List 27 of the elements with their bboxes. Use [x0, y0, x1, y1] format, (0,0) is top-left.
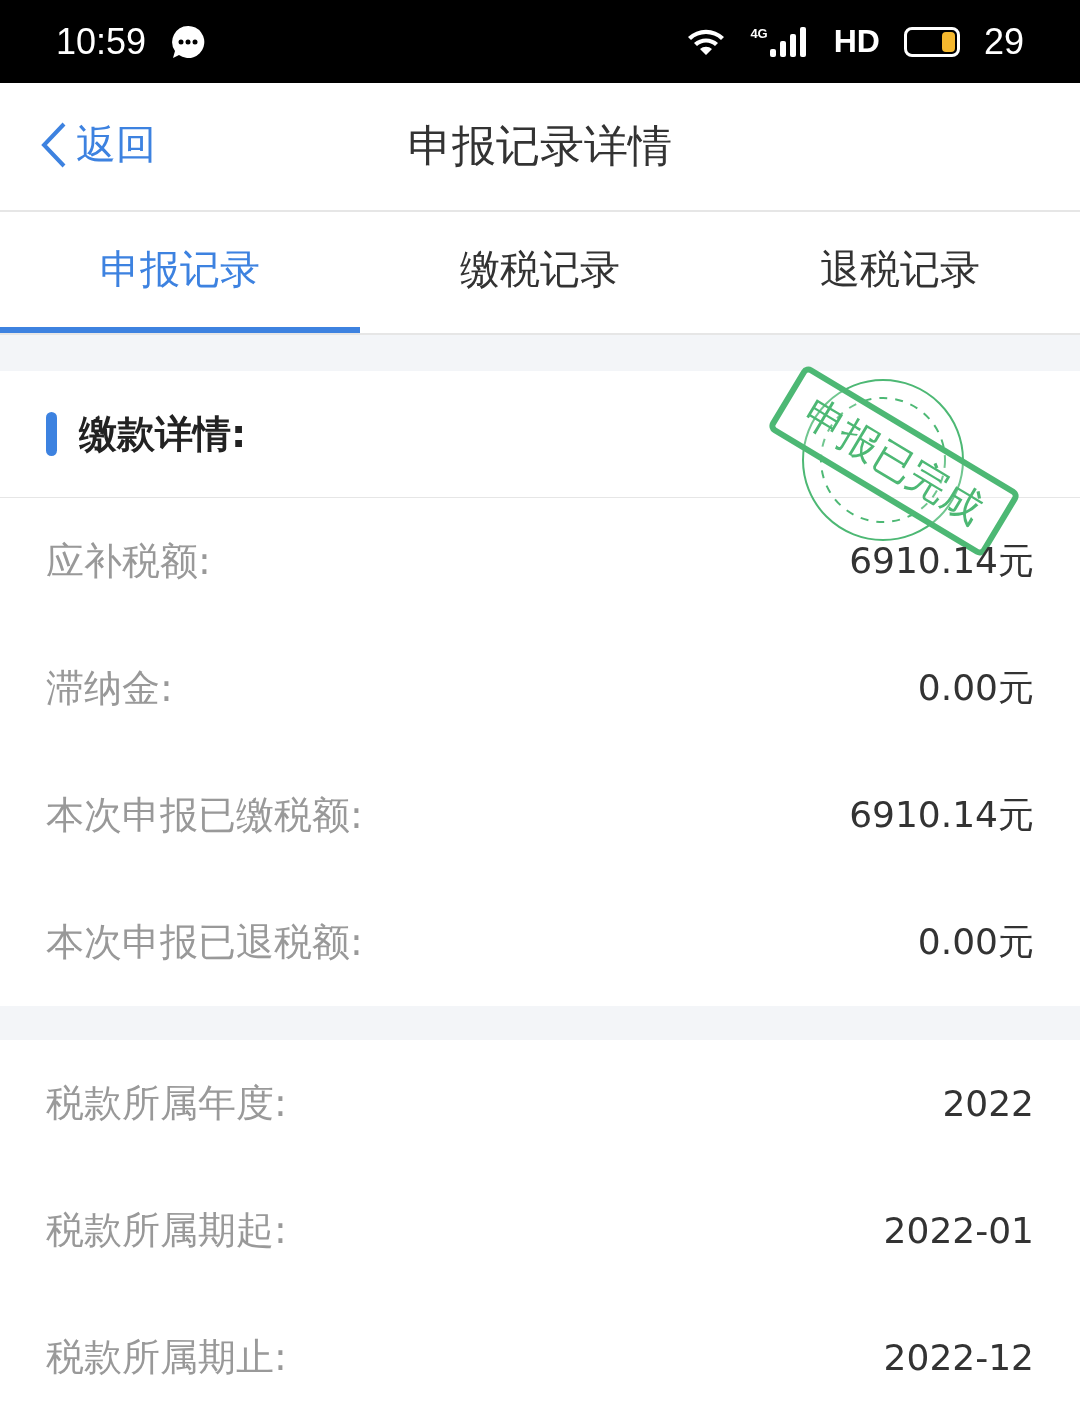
tab[interactable]: 申报记录: [0, 212, 360, 333]
field-label: 税款所属期起:: [46, 1207, 287, 1254]
field-value: 2022-01: [883, 1210, 1034, 1251]
field-label: 税款所属期止:: [46, 1334, 287, 1381]
field-value: 6910.14元: [849, 793, 1034, 837]
battery-percent: 29: [983, 20, 1024, 63]
field-label: 应补税额:: [46, 538, 211, 585]
hd-indicator: HD: [833, 23, 880, 61]
field-label: 税款所属年度:: [46, 1080, 287, 1127]
field-value: 2022-12: [883, 1337, 1034, 1378]
field-value: 2022: [942, 1083, 1034, 1124]
page-title: 申报记录详情: [408, 119, 672, 174]
chat-bubble-icon: [170, 23, 207, 60]
network-type: 4G: [750, 26, 768, 41]
field-value: 0.00元: [917, 666, 1034, 710]
field-label: 本次申报已缴税额:: [46, 792, 363, 839]
back-button[interactable]: 返回: [40, 117, 156, 173]
heading-marker: [46, 412, 57, 456]
chevron-left-icon[interactable]: [40, 120, 68, 169]
tab[interactable]: 退税记录: [720, 212, 1080, 333]
battery-icon: [903, 26, 960, 57]
tab[interactable]: 缴税记录: [360, 212, 720, 333]
section-heading: 缴款详情:: [79, 410, 247, 458]
field-label: 滞纳金:: [46, 665, 173, 712]
status-time: 10:59: [56, 20, 147, 63]
field-value: 0.00元: [917, 920, 1034, 964]
field-label: 本次申报已退税额:: [46, 919, 363, 966]
